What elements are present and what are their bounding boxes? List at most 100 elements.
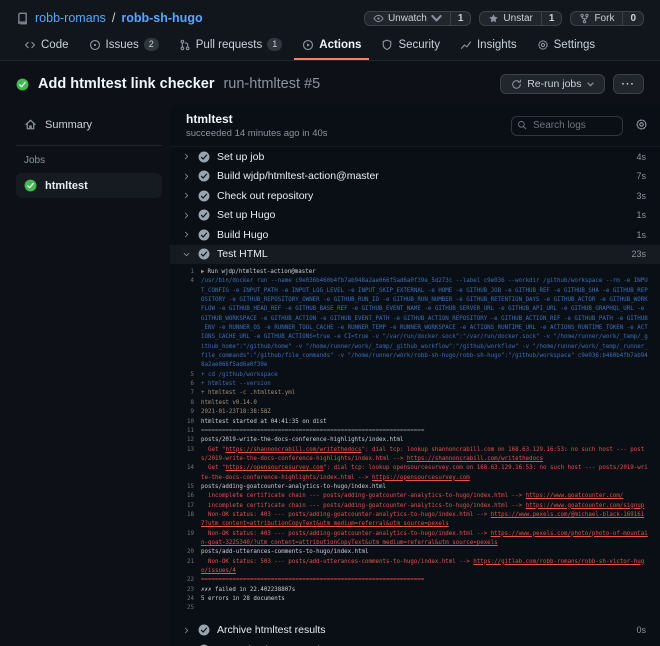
step-build-hugo[interactable]: Build Hugo 1s [170, 225, 660, 245]
log-line: 13 Get "https://shannoncrabill.com/write… [172, 446, 648, 465]
log-line-number[interactable]: 1 [172, 268, 195, 277]
log-line-number[interactable]: 13 [172, 446, 194, 465]
job-header: htmltest succeeded 14 minutes ago in 40s [170, 105, 660, 147]
log-line: 10 htmltest started at 04:41:35 on dist [172, 418, 648, 427]
success-icon [24, 179, 37, 192]
log-line: 4 /usr/bin/docker run --name c9e036b460b… [172, 277, 648, 370]
step-name: Archive htmltest results [217, 624, 326, 637]
log-line-number[interactable]: 12 [172, 436, 194, 445]
sidebar: Summary Jobs htmltest [0, 105, 170, 646]
repo-tabs: Code Issues 2 Pull requests 1 Actions Secu… [16, 33, 644, 60]
log-line-number[interactable]: 24 [172, 595, 194, 604]
log-line-number[interactable]: 4 [172, 277, 195, 370]
sidebar-item-summary[interactable]: Summary [16, 113, 162, 136]
log-line-number[interactable]: 18 [172, 511, 194, 530]
sidebar-job-htmltest[interactable]: htmltest [16, 173, 162, 198]
fork-button[interactable]: Fork 0 [570, 10, 644, 26]
tab-pull-requests[interactable]: Pull requests 1 [171, 33, 291, 60]
tab-issues[interactable]: Issues 2 [81, 33, 167, 60]
unwatch-label: Unwatch [387, 12, 427, 24]
log-line-number[interactable]: 23 [172, 586, 194, 595]
log-line: 16 incomplete certificate chain --- post… [172, 492, 648, 501]
eye-icon [373, 13, 384, 24]
log-line-number[interactable]: 17 [172, 502, 194, 511]
chevron-right-icon [182, 152, 191, 161]
tab-security[interactable]: Security [373, 33, 448, 60]
sync-icon [511, 79, 522, 90]
repo-header: robb-romans / robb-sh-hugo Unwatch 1 Uns… [0, 0, 660, 61]
step-set-up-job[interactable]: Set up job 4s [170, 147, 660, 167]
log-line: 12 posts/2019-write-the-docs-conference-… [172, 436, 648, 445]
log-line-text [201, 604, 648, 613]
search-logs-input[interactable] [511, 115, 623, 136]
tab-label: Actions [319, 38, 362, 51]
log-panel: htmltest succeeded 14 minutes ago in 40s… [170, 105, 660, 646]
repo-owner-link[interactable]: robb-romans [35, 11, 106, 25]
log-line-number[interactable]: 5 [172, 371, 195, 380]
log-line-number[interactable]: 22 [172, 576, 194, 585]
step-check-out-repository[interactable]: Check out repository 3s [170, 186, 660, 206]
log-line-number[interactable]: 14 [172, 464, 194, 483]
fork-count[interactable]: 0 [622, 11, 643, 25]
run-actions: Re-run jobs ··· [500, 74, 644, 94]
tab-insights[interactable]: Insights [452, 33, 525, 60]
log-line-text: Non-OK status: 403 --- posts/adding-goat… [201, 530, 648, 546]
rerun-jobs-button[interactable]: Re-run jobs [500, 74, 605, 94]
tab-count-badge: 2 [143, 38, 159, 51]
log-line-number[interactable]: 8 [172, 399, 195, 408]
step-success-icon [198, 229, 210, 241]
log-line-number[interactable]: 19 [172, 530, 194, 549]
step-name: Build wjdp/htmltest-action@master [217, 170, 379, 183]
unstar-button[interactable]: Unstar 1 [479, 10, 563, 26]
unwatch-button[interactable]: Unwatch 1 [363, 10, 472, 26]
steps-list: Set up job 4s Build wjdp/htmltest-action… [170, 147, 660, 646]
log-line-number[interactable]: 6 [172, 380, 195, 389]
fork-label: Fork [594, 12, 615, 24]
step-set-up-hugo[interactable]: Set up Hugo 1s [170, 206, 660, 226]
log-line-text: posts/adding-goatcounter-analytics-to-hu… [201, 483, 386, 490]
log-line-number[interactable]: 21 [172, 558, 194, 577]
tab-code[interactable]: Code [16, 33, 77, 60]
jobs-section: Jobs htmltest [16, 145, 162, 198]
step-success-icon [198, 170, 210, 182]
chevron-right-icon [182, 211, 191, 220]
unstar-count[interactable]: 1 [540, 11, 562, 25]
unwatch-count[interactable]: 1 [449, 11, 471, 25]
log-line: 5 + cd /github/workspace [172, 371, 648, 380]
log-line-text: 5 errors in 28 documents [201, 596, 285, 603]
step-success-icon [198, 624, 210, 636]
log-line-number[interactable]: 20 [172, 548, 194, 557]
step-post-check-out-repository[interactable]: Post Check out repository 1s [170, 640, 660, 646]
step-test-html[interactable]: Test HTML 23s [170, 244, 660, 264]
chevron-right-icon [182, 626, 191, 635]
log-line: 6 + htmltest --version [172, 380, 648, 389]
log-line-number[interactable]: 9 [172, 408, 195, 417]
tab-label: Code [41, 38, 69, 51]
repo-name-link[interactable]: robb-sh-hugo [121, 11, 202, 25]
log-line-number[interactable]: 15 [172, 483, 194, 492]
log-line-text: posts/add-utterances-comments-to-hugo/in… [201, 549, 369, 556]
step-archive-htmltest-results[interactable]: Archive htmltest results 0s [170, 621, 660, 641]
log-line-number[interactable]: 10 [172, 418, 194, 427]
log-line-text: ========================================… [201, 427, 425, 434]
step-success-icon [198, 151, 210, 163]
log-settings-button[interactable] [635, 118, 648, 134]
log-line-number[interactable]: 16 [172, 492, 194, 501]
repo-separator: / [111, 11, 116, 25]
step-name: Test HTML [217, 248, 268, 261]
more-options-button[interactable]: ··· [612, 74, 644, 94]
log-line-number[interactable]: 7 [172, 389, 195, 398]
log-line-number[interactable]: 11 [172, 427, 194, 436]
log-line: 17 incomplete certificate chain --- post… [172, 502, 648, 511]
log-line-text: posts/2019-write-the-docs-conference-hig… [201, 437, 404, 444]
job-name: htmltest [45, 179, 88, 192]
tab-actions[interactable]: Actions [294, 33, 370, 60]
repo-title-row: robb-romans / robb-sh-hugo Unwatch 1 Uns… [16, 7, 644, 29]
step-build-wjdp-htmltest-action-master[interactable]: Build wjdp/htmltest-action@master 7s [170, 167, 660, 187]
step-duration: 0s [636, 625, 646, 636]
tab-label: Issues [105, 38, 139, 51]
log-line: 19 Non-OK status: 403 --- posts/adding-g… [172, 530, 648, 549]
tab-settings[interactable]: Settings [529, 33, 604, 60]
log-line-number[interactable]: 25 [172, 604, 194, 613]
run-title: Add htmltest link checker [38, 76, 215, 92]
